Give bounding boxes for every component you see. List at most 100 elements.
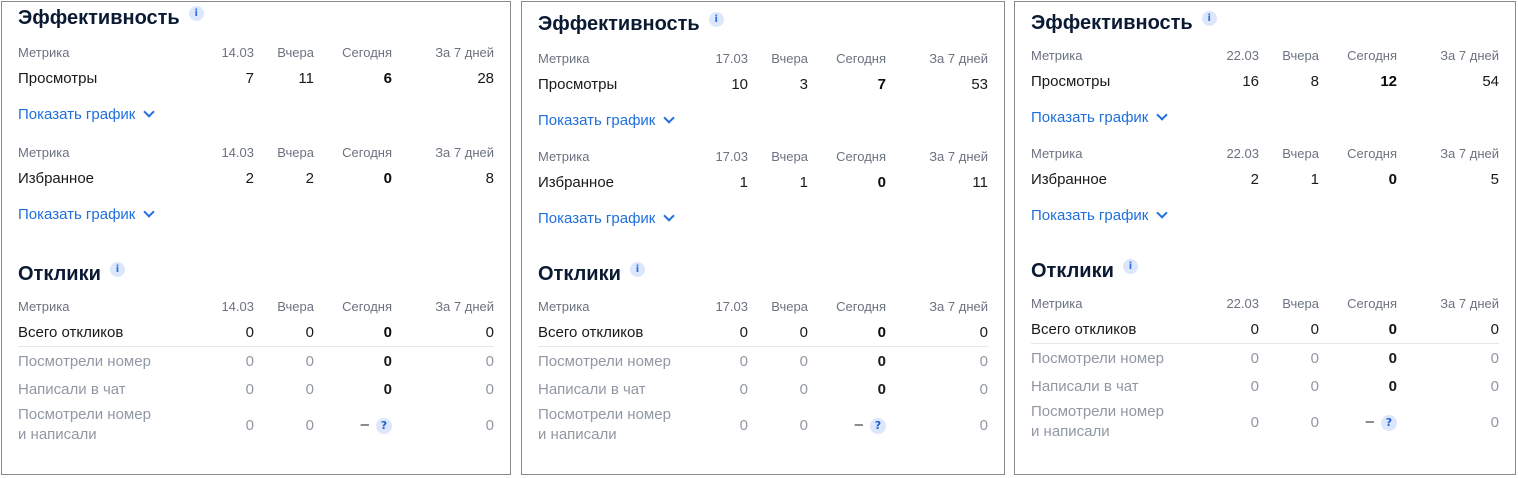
metric-value: 0 <box>877 380 886 398</box>
responses-title-text: Отклики <box>1031 259 1114 282</box>
metric-value: –? <box>808 403 886 447</box>
question-icon[interactable]: ? <box>376 417 392 434</box>
col-date-header: 17.03 <box>715 298 748 314</box>
col-today-header: Сегодня <box>1347 47 1397 63</box>
metric-value: –? <box>314 403 392 447</box>
metric-value: 0 <box>1250 377 1259 395</box>
table-row-views: Просмотры 10 3 7 53 <box>538 70 988 98</box>
metric-name-line1: Посмотрели номер <box>538 406 671 423</box>
metric-value: 0 <box>686 318 748 347</box>
info-icon[interactable]: i <box>1122 258 1138 274</box>
show-chart-label: Показать график <box>538 112 656 129</box>
col-yesterday-header: Вчера <box>771 148 808 164</box>
metric-name: Написали в чат <box>18 380 126 398</box>
metric-value: 0 <box>799 352 808 370</box>
col-week-header: За 7 дней <box>1440 47 1499 63</box>
metric-value: 0 <box>1490 377 1499 395</box>
table-row-viewed-number: Посмотрели номер 0 0 0 0 <box>538 347 988 376</box>
metric-value-dash: – <box>854 416 863 434</box>
responses-table: Метрика 22.03 Вчера Сегодня За 7 дней Всего о… <box>1031 291 1499 444</box>
metric-value: 53 <box>971 75 988 93</box>
metric-value-dash: – <box>1365 413 1374 431</box>
col-week-header: За 7 дней <box>929 50 988 66</box>
table-row-viewed-and-wrote: Посмотрели номер и написали 0 0–? 0 <box>18 403 494 447</box>
col-week-header: За 7 дней <box>929 148 988 164</box>
responses-table: Метрика 17.03 Вчера Сегодня За 7 дней Всего о… <box>538 294 988 447</box>
metric-name-line1: Посмотрели номер <box>18 406 151 423</box>
table-row-favorites: Избранное 2 1 0 5 <box>1031 165 1499 193</box>
table-row-total: Всего откликов 0 0 0 0 <box>538 318 988 347</box>
metric-value: 0 <box>254 318 314 347</box>
chevron-down-icon <box>1156 206 1169 219</box>
metric-value: 10 <box>731 75 748 93</box>
views-table: Метрика 14.03 Вчера Сегодня За 7 дней Просмот… <box>18 40 494 92</box>
show-chart-label: Показать график <box>1031 207 1149 224</box>
table-row-wrote-chat: Написали в чат 0 0 0 0 <box>538 375 988 403</box>
metric-value: 0 <box>739 352 748 370</box>
col-yesterday-header: Вчера <box>277 44 314 60</box>
info-icon[interactable]: i <box>708 11 724 27</box>
stats-panel-2: Эффективность i Метрика 17.03 Вчера Сегодня За… <box>521 1 1005 475</box>
col-metric-header: Метрика <box>1031 145 1083 161</box>
metric-name: Избранное <box>538 173 615 191</box>
metric-name: Посмотрели номер <box>1031 349 1164 367</box>
metric-value: 12 <box>1380 72 1397 90</box>
metric-value: 0 <box>1250 413 1259 431</box>
responses-title: Отклики i <box>18 258 494 290</box>
question-icon[interactable]: ? <box>1381 414 1397 431</box>
metric-value: 0 <box>808 318 886 347</box>
table-row-views: Просмотры 7 11 6 28 <box>18 64 494 92</box>
info-icon[interactable]: i <box>629 261 645 277</box>
metric-value: 0 <box>314 318 392 347</box>
table-header: Метрика 14.03 Вчера Сегодня За 7 дней <box>18 294 494 318</box>
info-icon[interactable]: i <box>109 261 125 277</box>
metric-value: 0 <box>886 318 988 347</box>
metric-value: 0 <box>305 416 314 434</box>
favorites-table: Метрика 14.03 Вчера Сегодня За 7 дней Избранн… <box>18 140 494 192</box>
efficiency-title: Эффективность i <box>538 8 988 40</box>
metric-name: Всего откликов <box>1031 315 1197 344</box>
col-week-header: За 7 дней <box>929 298 988 314</box>
info-icon[interactable]: i <box>188 5 204 21</box>
col-date-header: 14.03 <box>221 298 254 314</box>
show-chart-link[interactable]: Показать график <box>18 205 156 223</box>
metric-name-line2: и написали <box>538 426 617 443</box>
col-week-header: За 7 дней <box>1440 295 1499 311</box>
table-header: Метрика 17.03 Вчера Сегодня За 7 дней <box>538 294 988 318</box>
table-row-views: Просмотры 16 8 12 54 <box>1031 67 1499 95</box>
show-chart-link[interactable]: Показать график <box>538 209 676 227</box>
stats-panel-3: Эффективность i Метрика 22.03 Вчера Сегодня За… <box>1014 1 1516 475</box>
responses-title: Отклики i <box>538 258 988 290</box>
metric-value: 0 <box>799 380 808 398</box>
show-chart-link[interactable]: Показать график <box>538 111 676 129</box>
col-metric-header: Метрика <box>538 50 590 66</box>
metric-name: Написали в чат <box>1031 377 1139 395</box>
col-week-header: За 7 дней <box>1440 145 1499 161</box>
show-chart-link[interactable]: Показать график <box>1031 108 1169 126</box>
metric-value: 0 <box>1388 349 1397 367</box>
col-today-header: Сегодня <box>342 298 392 314</box>
metric-value: 2 <box>245 169 254 187</box>
metric-value: 0 <box>1197 315 1259 344</box>
col-metric-header: Метрика <box>538 148 590 164</box>
metric-value: 16 <box>1242 72 1259 90</box>
table-header: Метрика 17.03 Вчера Сегодня За 7 дней <box>538 46 988 70</box>
col-date-header: 14.03 <box>221 144 254 160</box>
table-row-favorites: Избранное 2 2 0 8 <box>18 164 494 192</box>
metric-value: 7 <box>245 69 254 87</box>
info-icon[interactable]: i <box>1201 10 1217 26</box>
metric-value: 6 <box>383 69 392 87</box>
col-metric-header: Метрика <box>18 298 70 314</box>
responses-title-text: Отклики <box>538 262 621 285</box>
table-row-viewed-and-wrote: Посмотрели номер и написали 0 0–? 0 <box>1031 400 1499 444</box>
show-chart-link[interactable]: Показать график <box>18 105 156 123</box>
metric-name: Посмотрели номер и написали <box>538 403 686 447</box>
question-icon[interactable]: ? <box>870 417 886 434</box>
metric-value: 0 <box>1310 349 1319 367</box>
metric-value: 0 <box>383 380 392 398</box>
col-today-header: Сегодня <box>1347 295 1397 311</box>
show-chart-label: Показать график <box>1031 109 1149 126</box>
metric-name: Посмотрели номер и написали <box>1031 400 1197 444</box>
show-chart-link[interactable]: Показать график <box>1031 206 1169 224</box>
metric-value: 0 <box>739 416 748 434</box>
